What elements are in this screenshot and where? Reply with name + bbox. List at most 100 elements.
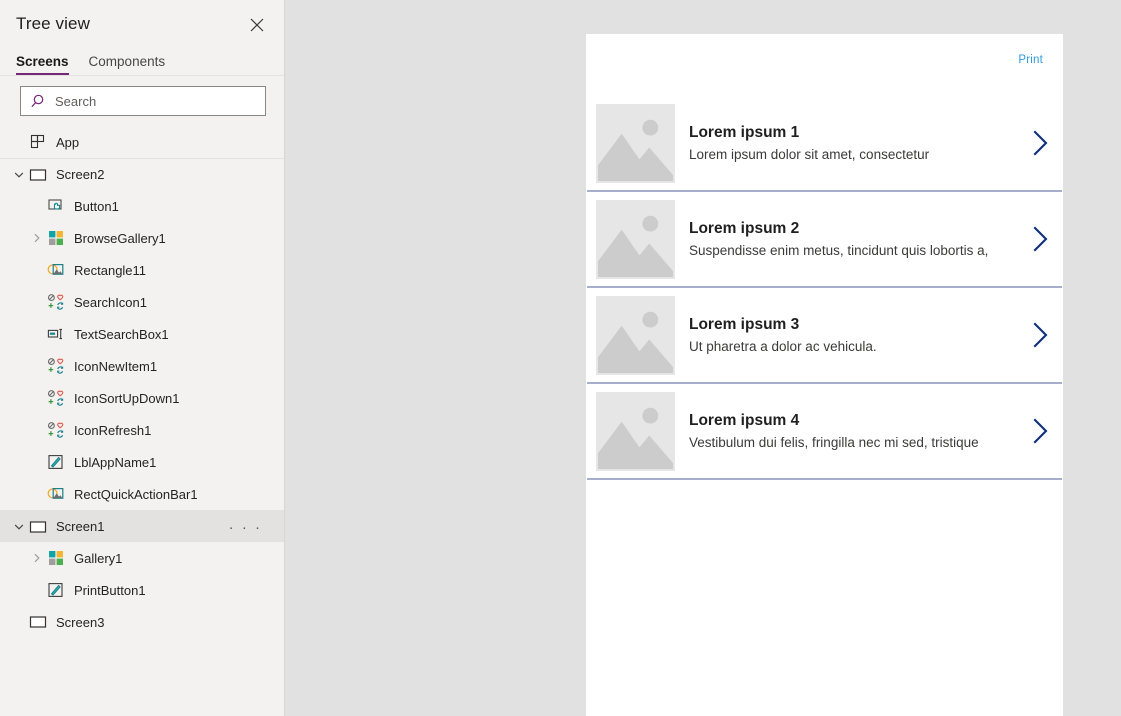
- icon-set-icon: [46, 356, 66, 376]
- screen-icon: [28, 612, 48, 632]
- chevron-right-icon[interactable]: [28, 222, 46, 254]
- tree-item-label: Rectangle11: [74, 262, 147, 278]
- tree-view-header: Tree view: [0, 0, 284, 48]
- shape-icon: [46, 484, 66, 504]
- tree-item-label: TextSearchBox1: [74, 326, 169, 342]
- gallery-item-title: Lorem ipsum 4: [689, 412, 800, 429]
- image-placeholder-icon: [596, 199, 675, 279]
- gallery-empty-area: [587, 490, 1062, 716]
- tree-item-screen2[interactable]: Screen2: [0, 158, 284, 190]
- tree-item-label: SearchIcon1: [74, 294, 147, 310]
- tree-item-label: RectQuickActionBar1: [74, 486, 198, 502]
- gallery-item-subtitle: Ut pharetra a dolor ac vehicula.: [689, 339, 877, 354]
- more-options-icon[interactable]: · · ·: [229, 511, 262, 543]
- tree-item-label: IconRefresh1: [74, 422, 152, 438]
- tree-item-iconnewitem1[interactable]: IconNewItem1: [0, 350, 284, 382]
- gallery-item-text: Lorem ipsum 3 Ut pharetra a dolor ac vehi…: [675, 316, 1018, 354]
- tree-view-panel: Tree view Screens Components Search App …: [0, 0, 285, 716]
- tree-item-label: Screen3: [56, 614, 105, 630]
- chevron-right-icon[interactable]: [1018, 321, 1062, 349]
- gallery-icon: [46, 548, 66, 568]
- gallery-item[interactable]: Lorem ipsum 3 Ut pharetra a dolor ac vehi…: [587, 288, 1062, 384]
- tree-item-printbutton1[interactable]: PrintButton1: [0, 574, 284, 606]
- print-button[interactable]: Print: [1018, 54, 1043, 66]
- gallery-item-text: Lorem ipsum 2 Suspendisse enim metus, tin…: [675, 220, 1018, 258]
- screen-icon: [28, 517, 48, 537]
- canvas-area: Print Lorem ipsum 1 Lorem ipsum dolor sit…: [285, 0, 1121, 716]
- tree-item-gallery1[interactable]: Gallery1: [0, 542, 284, 574]
- tab-components[interactable]: Components: [89, 54, 166, 75]
- tree-item-screen3[interactable]: Screen3: [0, 606, 284, 638]
- tree-item-lblappname1[interactable]: LblAppName1: [0, 446, 284, 478]
- gallery-item-subtitle: Suspendisse enim metus, tincidunt quis l…: [689, 243, 989, 258]
- tree-item-button1[interactable]: Button1: [0, 190, 284, 222]
- tab-bar: Screens Components: [0, 48, 284, 76]
- tree-item-iconrefresh1[interactable]: IconRefresh1: [0, 414, 284, 446]
- gallery-list: Lorem ipsum 1 Lorem ipsum dolor sit amet,…: [586, 96, 1063, 480]
- tree-item-label: Gallery1: [74, 550, 123, 566]
- chevron-right-icon[interactable]: [1018, 225, 1062, 253]
- chevron-down-icon[interactable]: [10, 159, 28, 191]
- gallery-item-title: Lorem ipsum 2: [689, 220, 800, 237]
- close-icon[interactable]: [242, 10, 272, 40]
- tab-screens[interactable]: Screens: [16, 54, 69, 75]
- image-placeholder-icon: [596, 295, 675, 375]
- gallery-item-subtitle: Lorem ipsum dolor sit amet, consectetur: [689, 147, 930, 162]
- tree-item-rectangle11[interactable]: Rectangle11: [0, 254, 284, 286]
- icon-set-icon: [46, 388, 66, 408]
- gallery-item[interactable]: Lorem ipsum 2 Suspendisse enim metus, tin…: [587, 192, 1062, 288]
- icon-set-icon: [46, 292, 66, 312]
- app-icon: [28, 132, 48, 152]
- image-placeholder-icon: [596, 391, 675, 471]
- tree-item-screen1[interactable]: Screen1 · · ·: [0, 510, 284, 542]
- tree-item-textsearchbox1[interactable]: TextSearchBox1: [0, 318, 284, 350]
- tree-item-browsegallery1[interactable]: BrowseGallery1: [0, 222, 284, 254]
- tree-item-label: Screen1: [56, 519, 105, 534]
- tree-item-label: IconSortUpDown1: [74, 390, 180, 406]
- gallery-item[interactable]: Lorem ipsum 1 Lorem ipsum dolor sit amet,…: [587, 96, 1062, 192]
- search-input[interactable]: [49, 92, 265, 110]
- chevron-right-icon[interactable]: [1018, 129, 1062, 157]
- gallery-item-title: Lorem ipsum 3: [689, 316, 800, 333]
- gallery-item-subtitle: Vestibulum dui felis, fringilla nec mi s…: [689, 435, 979, 450]
- tree-item-label: Screen2: [56, 167, 105, 182]
- tree-item-label: Button1: [74, 198, 119, 214]
- label-icon: [46, 580, 66, 600]
- chevron-right-icon[interactable]: [28, 542, 46, 574]
- tree-item-label: LblAppName1: [74, 454, 157, 470]
- search-icon: [29, 93, 49, 109]
- tree-item-iconsortupdown1[interactable]: IconSortUpDown1: [0, 382, 284, 414]
- button-icon: [46, 196, 66, 216]
- gallery-item[interactable]: Lorem ipsum 4 Vestibulum dui felis, fring…: [587, 384, 1062, 480]
- gallery-icon: [46, 228, 66, 248]
- textinput-icon: [46, 324, 66, 344]
- screen-preview: Print Lorem ipsum 1 Lorem ipsum dolor sit…: [586, 34, 1063, 716]
- tree-item-rectquickactionbar1[interactable]: RectQuickActionBar1: [0, 478, 284, 510]
- search-box[interactable]: [20, 86, 266, 116]
- tree-item-app[interactable]: App: [0, 126, 284, 158]
- gallery-item-title: Lorem ipsum 1: [689, 124, 800, 141]
- tree-item-label: PrintButton1: [74, 582, 146, 598]
- gallery-item-text: Lorem ipsum 4 Vestibulum dui felis, fring…: [675, 412, 1018, 450]
- tree-item-label: IconNewItem1: [74, 358, 158, 374]
- chevron-right-icon[interactable]: [1018, 417, 1062, 445]
- tree-item-label: BrowseGallery1: [74, 230, 166, 246]
- screen-icon: [28, 165, 48, 185]
- app-root: Tree view Screens Components Search App …: [0, 0, 1121, 716]
- tree-item-label: App: [56, 134, 80, 150]
- tree-item-searchicon1[interactable]: SearchIcon1: [0, 286, 284, 318]
- chevron-down-icon[interactable]: [10, 511, 28, 543]
- page-title: Tree view: [16, 14, 90, 33]
- tree-list: App Screen2 Button1 BrowseGallery1 Rectangle…: [0, 124, 284, 638]
